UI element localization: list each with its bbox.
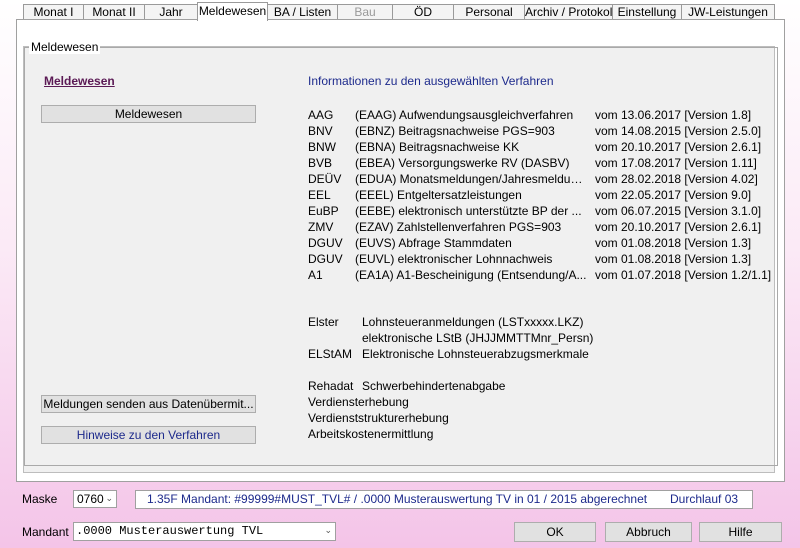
procedure-code: EuBP: [308, 204, 339, 218]
procedure-desc: (EEBE) elektronisch unterstützte BP der …: [355, 204, 582, 218]
tab-bau[interactable]: Bau: [337, 4, 393, 20]
tab-meldewesen[interactable]: Meldewesen: [197, 2, 268, 21]
procedure-desc: (EZAV) Zahlstellenverfahren PGS=903: [355, 220, 562, 234]
procedure-code: EEL: [308, 188, 331, 202]
procedure-desc: (EDUA) Monatsmeldungen/Jahresmeldun...: [355, 172, 587, 186]
elster-line-2: elektronische LStB (JHJJMMTTMnr_Persn): [362, 331, 594, 345]
procedure-desc: (EBNA) Beitragsnachweise KK: [355, 140, 520, 154]
maske-select[interactable]: 0760 ⌄: [73, 490, 117, 508]
mandant-value: .0000 Musterauswertung TVL: [76, 524, 264, 538]
tab-einstellung[interactable]: Einstellung: [612, 4, 682, 20]
maske-value: 0760: [77, 492, 104, 506]
procedure-version: vom 17.08.2017 [Version 1.11]: [595, 156, 757, 170]
procedure-desc: (EAAG) Aufwendungsausgleichverfahren: [355, 108, 574, 122]
procedure-desc: (EEEL) Entgeltersatzleistungen: [355, 188, 522, 202]
tab-monat-i[interactable]: Monat I: [23, 4, 84, 20]
status-text: 1.35F Mandant: #99999#MUST_TVL# / .0000 …: [147, 492, 648, 506]
hinweise-button[interactable]: Hinweise zu den Verfahren: [41, 426, 256, 444]
tab-od[interactable]: ÖD: [392, 4, 454, 20]
procedure-code: BNW: [308, 140, 336, 154]
mandant-label: Mandant: [22, 525, 69, 539]
elstam-text: Elektronische Lohnsteuerabzugsmerkmale: [362, 347, 589, 361]
procedure-code: DGUV: [308, 252, 343, 266]
verdiensterhebung-text: Verdiensterhebung: [308, 395, 409, 409]
chevron-down-icon: ⌄: [105, 494, 113, 504]
procedure-code: A1: [308, 268, 323, 282]
group-label: Meldewesen: [29, 40, 101, 54]
procedure-version: vom 01.08.2018 [Version 1.3]: [595, 236, 752, 250]
procedure-desc: (EUVL) elektronischer Lohnnachweis: [355, 252, 553, 266]
procedure-desc: (EUVS) Abfrage Stammdaten: [355, 236, 512, 250]
tab-archiv-protokoll[interactable]: Archiv / Protokoll: [524, 4, 613, 20]
procedure-code: DEÜV: [308, 172, 342, 186]
arbeitskostenermittlung-text: Arbeitskostenermittlung: [308, 427, 434, 441]
mandant-select[interactable]: .0000 Musterauswertung TVL ⌄: [73, 522, 336, 541]
procedure-desc: (EA1A) A1-Bescheinigung (Entsendung/A...: [355, 268, 587, 282]
elster-line-1: Lohnsteueranmeldungen (LSTxxxxx.LKZ): [362, 315, 584, 329]
procedure-version: vom 14.08.2015 [Version 2.5.0]: [595, 124, 762, 138]
durchlauf-text: Durchlauf 03: [670, 492, 739, 506]
section-title: Meldewesen: [44, 74, 115, 88]
procedure-code: AAG: [308, 108, 334, 122]
procedure-code: DGUV: [308, 236, 343, 250]
status-bar: 1.35F Mandant: #99999#MUST_TVL# / .0000 …: [135, 490, 753, 509]
tab-monat-ii[interactable]: Monat II: [83, 4, 145, 20]
procedure-code: BVB: [308, 156, 333, 170]
procedure-version: vom 20.10.2017 [Version 2.6.1]: [595, 140, 762, 154]
procedure-version: vom 01.08.2018 [Version 1.3]: [595, 252, 752, 266]
procedure-desc: (EBEA) Versorgungswerke RV (DASBV): [355, 156, 570, 170]
maske-label: Maske: [22, 492, 58, 506]
procedure-version: vom 13.06.2017 [Version 1.8]: [595, 108, 752, 122]
chevron-down-icon: ⌄: [324, 526, 332, 536]
procedure-version: vom 06.07.2015 [Version 3.1.0]: [595, 204, 762, 218]
meldungen-senden-button[interactable]: Meldungen senden aus Datenübermit...: [41, 395, 256, 413]
procedure-desc: (EBNZ) Beitragsnachweise PGS=903: [355, 124, 555, 138]
info-title: Informationen zu den ausgewählten Verfah…: [308, 74, 554, 88]
rehadat-text: Schwerbehindertenabgabe: [362, 379, 506, 393]
hilfe-button[interactable]: Hilfe: [699, 522, 782, 542]
rehadat-label: Rehadat: [308, 379, 354, 393]
procedure-code: ZMV: [308, 220, 334, 234]
ok-button[interactable]: OK: [514, 522, 596, 542]
procedure-version: vom 20.10.2017 [Version 2.6.1]: [595, 220, 762, 234]
tab-ba-listen[interactable]: BA / Listen: [267, 4, 338, 20]
tab-bar: Monat I Monat II Jahr Meldewesen BA / Li…: [23, 2, 775, 21]
procedure-version: vom 22.05.2017 [Version 9.0]: [595, 188, 752, 202]
tab-personal[interactable]: Personal: [453, 4, 525, 20]
abbruch-button[interactable]: Abbruch: [605, 522, 692, 542]
procedure-version: vom 01.07.2018 [Version 1.2/1.1]: [595, 268, 772, 282]
procedure-code: BNV: [308, 124, 333, 138]
tab-jahr[interactable]: Jahr: [144, 4, 198, 20]
tab-jw-leistungen[interactable]: JW-Leistungen: [681, 4, 775, 20]
procedure-version: vom 28.02.2018 [Version 4.02]: [595, 172, 758, 186]
elster-label: Elster: [308, 315, 339, 329]
elstam-label: ELStAM: [308, 347, 353, 361]
meldewesen-button[interactable]: Meldewesen: [41, 105, 256, 123]
verdienststrukturerhebung-text: Verdienststrukturerhebung: [308, 411, 449, 425]
